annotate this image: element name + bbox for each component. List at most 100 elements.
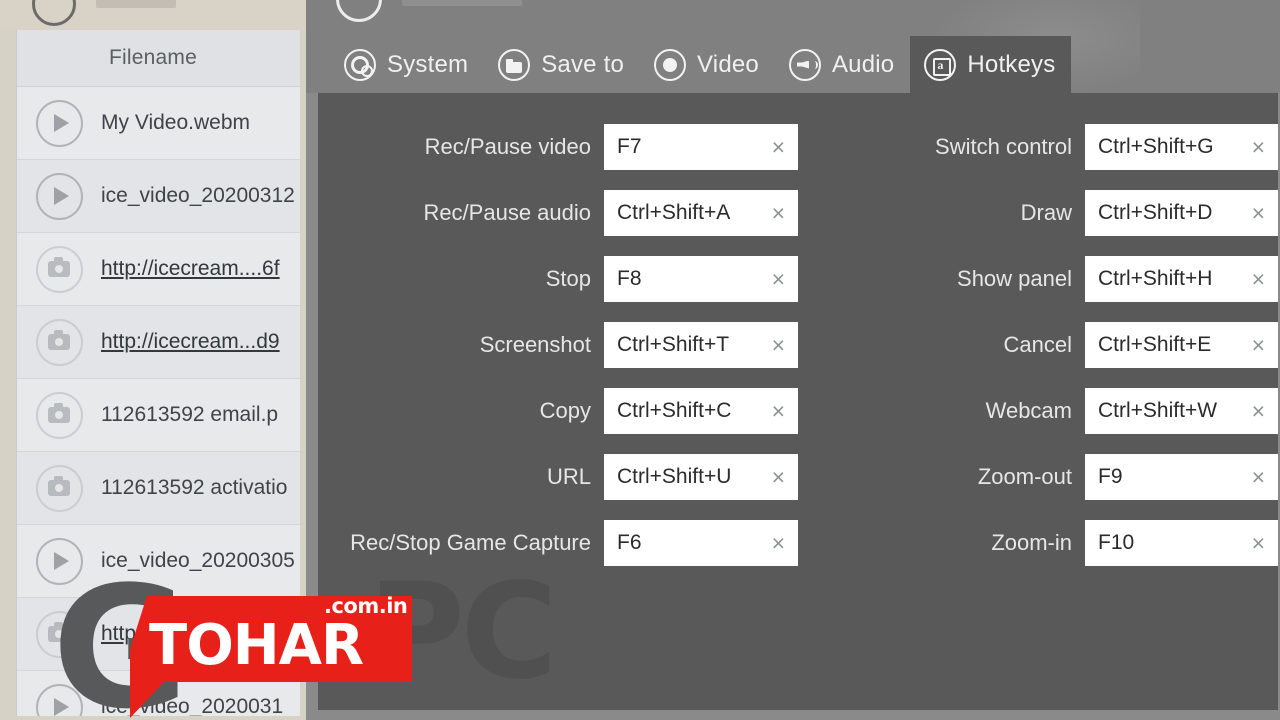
hotkey-input[interactable]: F10 × (1085, 520, 1278, 566)
file-name-label: 112613592 activatio (101, 476, 288, 499)
hotkey-input[interactable]: Ctrl+Shift+A × (604, 190, 798, 236)
hotkey-input[interactable]: F9 × (1085, 454, 1278, 500)
hotkey-row: Cancel Ctrl+Shift+E × (798, 322, 1278, 368)
tab-label: Hotkeys (967, 50, 1056, 78)
file-row-icon-cell (17, 172, 101, 220)
clear-hotkey-icon[interactable]: × (1246, 531, 1265, 555)
hotkey-value: Ctrl+Shift+E (1098, 333, 1212, 356)
play-icon[interactable] (35, 537, 83, 585)
hotkey-input[interactable]: Ctrl+Shift+E × (1085, 322, 1278, 368)
camera-icon[interactable] (35, 610, 83, 658)
hotkey-label: Rec/Stop Game Capture (350, 530, 591, 555)
hotkey-input[interactable]: Ctrl+Shift+W × (1085, 388, 1278, 434)
clear-hotkey-icon[interactable]: × (766, 531, 785, 555)
hotkey-input[interactable]: Ctrl+Shift+H × (1085, 256, 1278, 302)
hotkey-row: Rec/Pause video F7 × (318, 124, 798, 170)
folder-icon (498, 48, 531, 81)
background-app-window: Filename My Video.webm ice_video_20200312… (0, 0, 306, 720)
file-list-item[interactable]: ice_video_20200305 (17, 525, 300, 598)
file-name-label: ice_video_20200305 (101, 549, 295, 572)
file-name-label[interactable]: http://icecream....6f (101, 257, 280, 281)
column-header-filename: Filename (109, 46, 197, 69)
overlay-title-placeholder (402, 0, 522, 6)
camera-icon-glyph (48, 622, 70, 642)
hotkeys-column-left: Rec/Pause video F7 × Rec/Pause audio Ctrl+Sh… (318, 93, 798, 586)
clear-hotkey-icon[interactable]: × (766, 135, 785, 159)
hotkey-label: Stop (545, 266, 591, 291)
tab-system[interactable]: System (330, 36, 484, 93)
file-list-item[interactable]: My Video.webm (17, 87, 300, 160)
hotkey-value: F6 (617, 531, 642, 554)
file-list-item[interactable]: ice_video_2020031 (17, 671, 300, 716)
hotkey-label: Zoom-in (991, 530, 1072, 555)
tab-label: Save to (541, 50, 625, 78)
play-icon[interactable] (35, 172, 83, 220)
clear-hotkey-icon[interactable]: × (766, 399, 785, 423)
clear-hotkey-icon[interactable]: × (766, 267, 785, 291)
hotkey-value: Ctrl+Shift+W (1098, 399, 1218, 422)
hotkey-input[interactable]: Ctrl+Shift+G × (1085, 124, 1278, 170)
file-row-icon-cell (17, 537, 101, 585)
tab-save-to[interactable]: Save to (484, 36, 640, 93)
camera-icon[interactable] (35, 318, 83, 366)
file-list-item[interactable]: ice_video_20200312 (17, 160, 300, 233)
camera-icon-glyph (48, 257, 70, 277)
hotkey-row: Rec/Stop Game Capture F6 × (318, 520, 798, 566)
hotkey-input[interactable]: Ctrl+Shift+D × (1085, 190, 1278, 236)
hotkey-value: Ctrl+Shift+T (617, 333, 730, 356)
file-name-label[interactable]: http://icecream...d9 (101, 330, 280, 354)
file-name-label: 112613592 email.p (101, 403, 279, 426)
clear-hotkey-icon[interactable]: × (766, 465, 785, 489)
hotkey-input[interactable]: F8 × (604, 256, 798, 302)
camera-icon[interactable] (35, 391, 83, 439)
tab-video[interactable]: Video (640, 36, 775, 93)
clear-hotkey-icon[interactable]: × (1246, 201, 1265, 225)
file-row-icon-cell (17, 318, 101, 366)
clear-hotkey-icon[interactable]: × (1246, 267, 1265, 291)
hotkey-label: Rec/Pause audio (423, 200, 591, 225)
hotkey-value: F8 (617, 267, 642, 290)
settings-tabbar: System Save to Video Audio a Hotkeys (306, 0, 1280, 93)
hotkey-input[interactable]: Ctrl+Shift+U × (604, 454, 798, 500)
clear-hotkey-icon[interactable]: × (1246, 333, 1265, 357)
hotkey-input[interactable]: F7 × (604, 124, 798, 170)
file-list-panel[interactable]: Filename My Video.webm ice_video_20200312… (16, 30, 300, 716)
tab-audio[interactable]: Audio (775, 36, 910, 93)
camera-icon[interactable] (35, 464, 83, 512)
overlay-circle-icon[interactable] (336, 0, 382, 22)
play-icon[interactable] (35, 683, 83, 716)
hotkeys-grid: Rec/Pause video F7 × Rec/Pause audio Ctrl+Sh… (318, 93, 1278, 586)
hotkey-input[interactable]: Ctrl+Shift+C × (604, 388, 798, 434)
file-name-label[interactable]: http://icecream...d (101, 622, 268, 646)
tab-hotkeys[interactable]: a Hotkeys (910, 36, 1072, 93)
toolbar-circle-icon[interactable] (32, 0, 76, 26)
clear-hotkey-icon[interactable]: × (766, 201, 785, 225)
hotkeys-column-right: Switch control Ctrl+Shift+G × Draw Ctrl+Shif… (798, 93, 1278, 586)
hotkey-input[interactable]: F6 × (604, 520, 798, 566)
hotkey-row: Zoom-in F10 × (798, 520, 1278, 566)
play-icon[interactable] (35, 99, 83, 147)
file-list-item[interactable]: http://icecream...d (17, 598, 300, 671)
hotkey-label: Copy (539, 398, 591, 423)
hotkey-input[interactable]: Ctrl+Shift+T × (604, 322, 798, 368)
hotkey-label: Draw (1020, 200, 1072, 225)
file-list-item[interactable]: 112613592 activatio (17, 452, 300, 525)
clear-hotkey-icon[interactable]: × (1246, 399, 1265, 423)
file-list-item[interactable]: 112613592 email.p (17, 379, 300, 452)
speaker-icon (788, 48, 821, 81)
clear-hotkey-icon[interactable]: × (1246, 465, 1265, 489)
file-row-icon-cell (17, 610, 101, 658)
settings-tab-list: System Save to Video Audio a Hotkeys (330, 36, 1072, 93)
hotkey-value: Ctrl+Shift+U (617, 465, 732, 488)
file-row-icon-cell (17, 99, 101, 147)
hotkey-row: Switch control Ctrl+Shift+G × (798, 124, 1278, 170)
hotkey-row: Rec/Pause audio Ctrl+Shift+A × (318, 190, 798, 236)
hotkey-label: Screenshot (479, 332, 591, 357)
clear-hotkey-icon[interactable]: × (766, 333, 785, 357)
hotkey-row: Webcam Ctrl+Shift+W × (798, 388, 1278, 434)
file-list-item[interactable]: http://icecream....6f (17, 233, 300, 306)
clear-hotkey-icon[interactable]: × (1246, 135, 1265, 159)
camera-icon[interactable] (35, 245, 83, 293)
hotkey-label: Cancel (1003, 332, 1072, 357)
file-list-item[interactable]: http://icecream...d9 (17, 306, 300, 379)
